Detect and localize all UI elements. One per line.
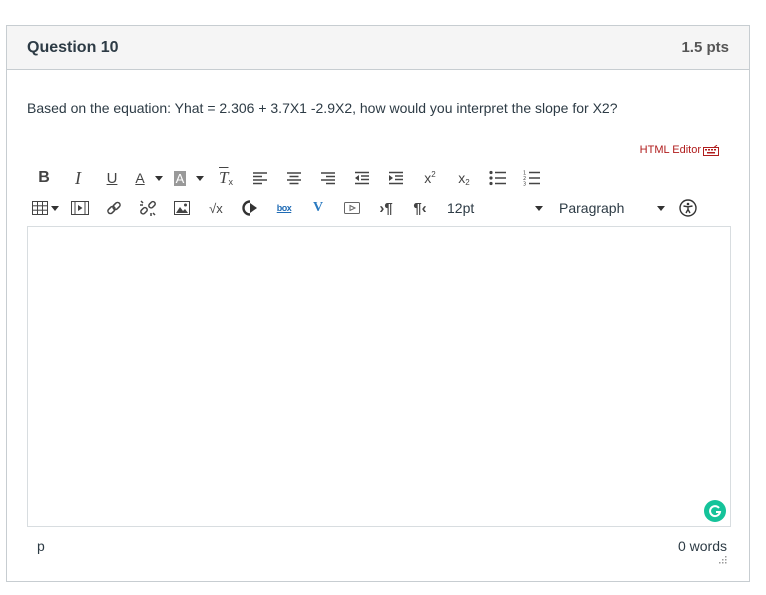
block-format-select[interactable]: Paragraph <box>549 195 671 221</box>
math-icon[interactable]: √x <box>199 195 233 221</box>
background-color-icon[interactable]: A <box>169 165 209 191</box>
lti-tool-icon[interactable] <box>233 195 267 221</box>
ltr-icon[interactable]: ›¶ <box>369 195 403 221</box>
box-icon[interactable]: box <box>267 195 301 221</box>
grammarly-icon[interactable] <box>704 500 726 522</box>
rich-text-editor[interactable] <box>27 226 731 527</box>
subscript-icon[interactable]: x2 <box>447 165 481 191</box>
table-icon[interactable] <box>27 195 63 221</box>
keyboard-icon <box>703 144 719 156</box>
align-center-icon[interactable] <box>277 165 311 191</box>
italic-icon[interactable]: I <box>61 165 95 191</box>
editor-toolbar-row-1: B I U A A Tx x2 x2 1 2 3 <box>27 164 549 192</box>
question-points: 1.5 pts <box>681 39 729 56</box>
editor-toolbar-row-2: √x box V ›¶ ¶‹ 12pt Paragraph <box>27 194 731 222</box>
chevron-down-icon <box>535 205 543 211</box>
outdent-icon[interactable] <box>345 165 379 191</box>
media-icon[interactable] <box>63 195 97 221</box>
accessibility-icon[interactable] <box>671 195 705 221</box>
question-text: Based on the equation: Yhat = 2.306 + 3.… <box>27 100 618 116</box>
image-icon[interactable] <box>165 195 199 221</box>
underline-icon[interactable]: U <box>95 165 129 191</box>
editor-content[interactable] <box>28 227 730 243</box>
question-header: Question 10 1.5 pts <box>7 26 749 70</box>
clear-formatting-icon[interactable]: Tx <box>209 165 243 191</box>
numbered-list-icon[interactable]: 123 <box>515 165 549 191</box>
link-icon[interactable] <box>97 195 131 221</box>
vimeo-icon[interactable]: V <box>301 195 335 221</box>
bullet-list-icon[interactable] <box>481 165 515 191</box>
align-left-icon[interactable] <box>243 165 277 191</box>
chevron-down-icon <box>657 205 665 211</box>
svg-text:3: 3 <box>523 182 526 187</box>
video-icon[interactable] <box>335 195 369 221</box>
text-color-icon[interactable]: A <box>129 165 169 191</box>
html-editor-label: HTML Editor <box>639 144 701 156</box>
superscript-icon[interactable]: x2 <box>413 165 447 191</box>
block-format-value: Paragraph <box>559 200 625 216</box>
indent-icon[interactable] <box>379 165 413 191</box>
element-path[interactable]: p <box>37 538 45 554</box>
font-size-value: 12pt <box>447 200 475 216</box>
html-editor-toggle[interactable]: HTML Editor <box>640 144 719 156</box>
font-size-select[interactable]: 12pt <box>437 195 549 221</box>
question-panel: Question 10 1.5 pts Based on the equatio… <box>6 25 750 582</box>
rtl-icon[interactable]: ¶‹ <box>403 195 437 221</box>
question-title: Question 10 <box>27 38 119 56</box>
align-right-icon[interactable] <box>311 165 345 191</box>
unlink-icon[interactable] <box>131 195 165 221</box>
resize-handle-icon[interactable] <box>719 551 727 564</box>
bold-icon[interactable]: B <box>27 165 61 191</box>
editor-statusbar: p 0 words <box>27 534 731 558</box>
